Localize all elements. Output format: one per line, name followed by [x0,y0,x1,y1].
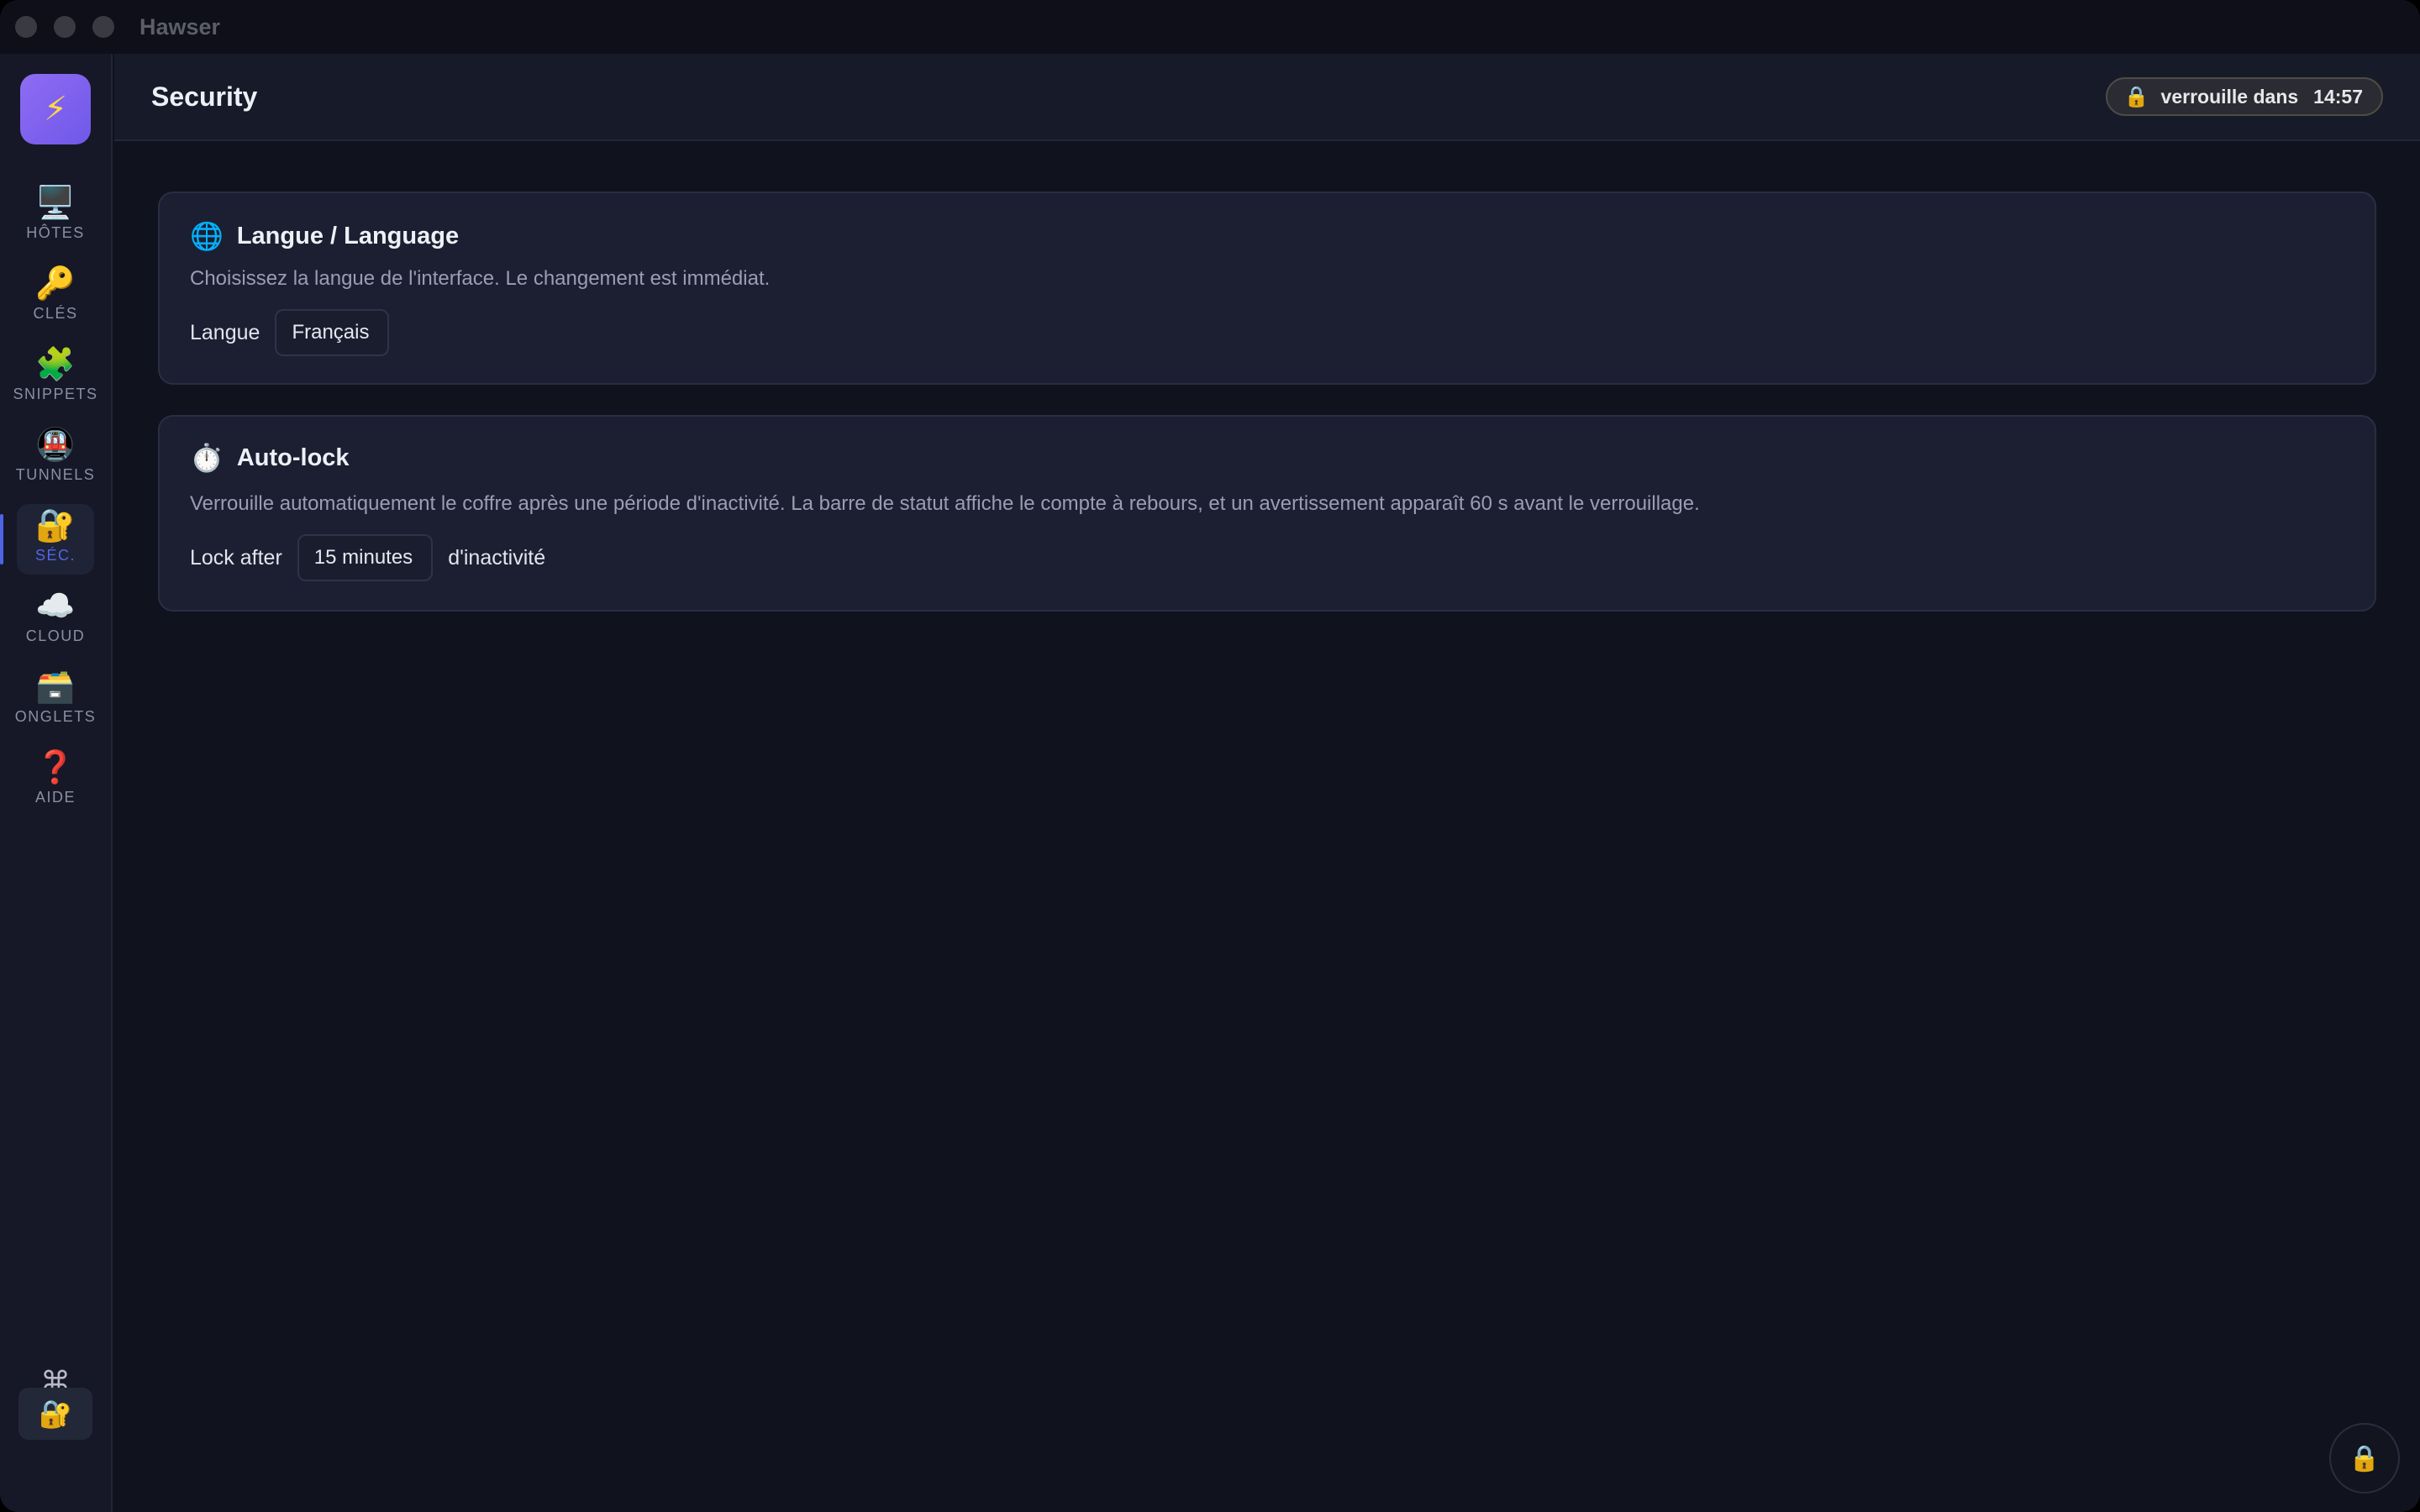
lock-with-key-icon: 🔐 [35,507,76,543]
sidebar-item-label: SNIPPETS [13,386,98,402]
padlock-icon: 🔒 [2123,85,2149,108]
zoom-window-button[interactable] [92,16,114,38]
globe-icon: 🌐 [190,220,224,252]
language-card-title: 🌐 Langue / Language [190,220,459,252]
sidebar-item-label: HÔTES [26,224,85,241]
sidebar-item-aide[interactable]: ❓ AIDE [17,746,94,816]
floating-lock-button[interactable]: 🔒 [2329,1423,2400,1494]
desktop-computer-icon: 🖥️ [35,184,76,221]
autolock-card: ⏱️ Auto-lock Verrouille automatiquement … [158,415,2376,612]
puzzle-piece-icon: 🧩 [35,345,76,382]
padlock-icon: 🔒 [2349,1444,2381,1473]
title-bar: Hawser [0,0,2420,54]
lock-countdown-badge[interactable]: 🔒 verrouille dans 14:57 [2105,77,2383,116]
lock-countdown-label: verrouille dans [2160,85,2299,108]
autolock-duration-value: 15 minutes [313,546,413,569]
autolock-field-label: Lock after [190,545,282,570]
sidebar-item-onglets[interactable]: 🗃️ ONGLETS [14,665,97,736]
sidebar-item-securite[interactable]: 🔐 SÉC. [17,504,94,575]
card-title-text: Langue / Language [236,222,460,249]
lock-vault-button[interactable]: 🔐 [18,1388,92,1440]
sidebar-item-cloud[interactable]: ☁️ CLOUD [17,585,94,655]
sidebar-item-tunnels[interactable]: 🚇 TUNNELS [15,423,96,494]
language-card: 🌐 Langue / Language Choisissez la langue… [158,192,2376,385]
train-icon: 🚇 [35,426,76,463]
sidebar-item-label: ONGLETS [14,708,97,725]
language-description: Choisissez la langue de l'interface. Le … [190,267,771,290]
page-header: Security 🔒 verrouille dans 14:57 [114,54,2420,141]
page-title: Security [151,81,258,112]
sidebar-item-label: AIDE [34,789,76,806]
lock-with-key-icon: 🔐 [39,1399,72,1429]
autolock-description: Verrouille automatiquement le coffre apr… [190,492,1700,515]
key-icon: 🔑 [35,265,76,302]
language-select-value: Français [292,321,370,344]
cloud-icon: ☁️ [35,587,76,624]
close-window-button[interactable] [15,16,37,38]
language-field-label: Langue [190,320,260,344]
sidebar: ⚡ 🖥️ HÔTES 🔑 CLÉS 🧩 SNIPPETS 🚇 TUNNELS 🔐… [0,54,113,1512]
sidebar-item-snippets[interactable]: 🧩 SNIPPETS [13,343,97,413]
active-indicator [0,514,3,564]
app-window: Hawser ⚡ 🖥️ HÔTES 🔑 CLÉS 🧩 SNIPPETS 🚇 TU… [0,0,2420,1512]
card-title-text: Auto-lock [236,444,350,471]
app-logo[interactable]: ⚡ [20,74,91,144]
language-field-row: Langue Français [190,309,390,356]
autolock-suffix: d'inactivité [448,545,546,570]
sidebar-item-label: SÉC. [34,547,76,564]
sidebar-item-cles[interactable]: 🔑 CLÉS [17,262,94,333]
sidebar-item-label: CLÉS [33,305,78,322]
sidebar-item-label: CLOUD [25,627,86,644]
lock-countdown-time: 14:57 [2313,85,2363,108]
app-title: Hawser [139,14,221,39]
sidebar-item-label: TUNNELS [15,466,96,483]
sidebar-item-hotes[interactable]: 🖥️ HÔTES [17,181,94,252]
lightning-icon: ⚡ [43,91,68,128]
question-mark-icon: ❓ [35,748,76,785]
minimize-window-button[interactable] [54,16,76,38]
card-file-box-icon: 🗃️ [35,668,76,705]
language-select[interactable]: Français [275,309,390,356]
autolock-card-title: ⏱️ Auto-lock [190,442,350,474]
autolock-duration-select[interactable]: 15 minutes [297,534,434,581]
stopwatch-icon: ⏱️ [190,442,224,474]
autolock-field-row: Lock after 15 minutes d'inactivité [190,534,545,581]
